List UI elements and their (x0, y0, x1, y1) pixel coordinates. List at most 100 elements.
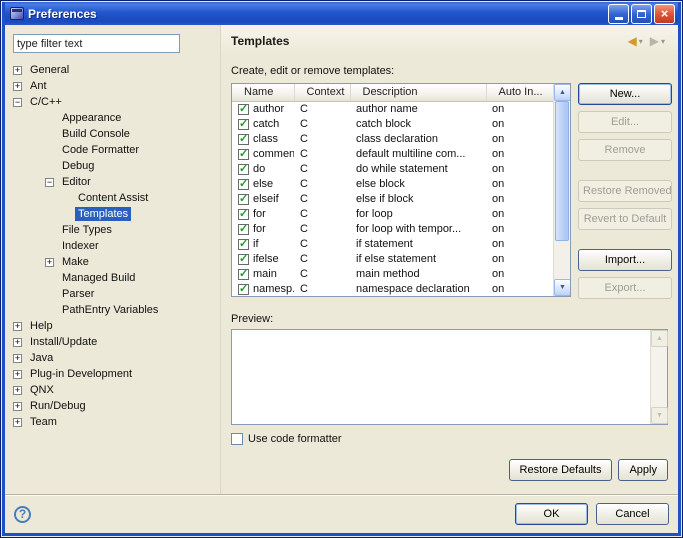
import-button[interactable]: Import... (578, 249, 672, 271)
expand-icon[interactable]: + (45, 258, 54, 267)
template-name: namesp... (253, 283, 294, 295)
tree-item-install-update[interactable]: +Install/Update (13, 334, 212, 350)
maximize-button[interactable] (631, 4, 652, 24)
template-checkbox[interactable]: ✓ (238, 194, 249, 205)
tree-item-label: Make (59, 255, 92, 269)
close-icon: × (661, 6, 669, 21)
tree-item-build-console[interactable]: Build Console (13, 126, 212, 142)
tree-item-ant[interactable]: +Ant (13, 78, 212, 94)
template-checkbox[interactable]: ✓ (238, 254, 249, 265)
expand-icon[interactable]: + (13, 418, 22, 427)
tree-item-editor[interactable]: −Editor (13, 174, 212, 190)
template-row[interactable]: ✓authorCauthor nameon (232, 101, 553, 117)
minimize-button[interactable] (608, 4, 629, 24)
template-context: C (294, 252, 350, 267)
apply-button[interactable]: Apply (618, 459, 668, 481)
tree-item-content-assist[interactable]: Content Assist (13, 190, 212, 206)
scroll-up-icon[interactable]: ▲ (554, 84, 571, 101)
template-row[interactable]: ✓elseCelse blockon (232, 177, 553, 192)
template-name: comment (253, 148, 294, 160)
column-header-name[interactable]: Name (232, 84, 294, 101)
expand-icon[interactable]: + (13, 386, 22, 395)
close-button[interactable]: × (654, 4, 675, 24)
scrollbar-thumb[interactable] (555, 101, 569, 241)
tree-item-general[interactable]: +General (13, 62, 212, 78)
template-name: author (253, 103, 284, 115)
template-checkbox[interactable]: ✓ (238, 284, 249, 295)
expand-icon[interactable]: + (13, 370, 22, 379)
tree-item-pathentry-variables[interactable]: PathEntry Variables (13, 302, 212, 318)
template-checkbox[interactable]: ✓ (238, 209, 249, 220)
template-row[interactable]: ✓catchCcatch blockon (232, 117, 553, 132)
new-button[interactable]: New... (578, 83, 672, 105)
template-row[interactable]: ✓classCclass declarationon (232, 132, 553, 147)
scroll-down-icon[interactable]: ▼ (554, 279, 571, 296)
tree-item-c-c[interactable]: −C/C++ (13, 94, 212, 110)
template-checkbox[interactable]: ✓ (238, 164, 249, 175)
tree-item-label: Appearance (59, 111, 124, 125)
tree-item-qnx[interactable]: +QNX (13, 382, 212, 398)
template-row[interactable]: ✓doCdo while statementon (232, 162, 553, 177)
check-icon: ✓ (239, 102, 248, 115)
template-row[interactable]: ✓ifCif statementon (232, 237, 553, 252)
template-row[interactable]: ✓commentCdefault multiline com...on (232, 147, 553, 162)
tree-item-team[interactable]: +Team (13, 414, 212, 430)
tree-item-make[interactable]: + Make (13, 254, 212, 270)
revert-to-default-button: Revert to Default (578, 208, 672, 230)
tree-item-indexer[interactable]: Indexer (13, 238, 212, 254)
template-row[interactable]: ✓forCfor loopon (232, 207, 553, 222)
template-auto-insert: on (486, 101, 553, 117)
template-row[interactable]: ✓mainCmain methodon (232, 267, 553, 282)
back-arrow-icon[interactable]: ◀ (628, 34, 637, 48)
tree-item-parser[interactable]: Parser (13, 286, 212, 302)
filter-input[interactable] (13, 34, 180, 53)
template-row[interactable]: ✓elseifCelse if blockon (232, 192, 553, 207)
tree-item-debug[interactable]: Debug (13, 158, 212, 174)
collapse-icon[interactable]: − (13, 98, 22, 107)
template-context: C (294, 267, 350, 282)
template-context: C (294, 147, 350, 162)
column-header-context[interactable]: Context (294, 84, 350, 101)
template-checkbox[interactable]: ✓ (238, 239, 249, 250)
tree-item-managed-build[interactable]: Managed Build (13, 270, 212, 286)
tree-item-file-types[interactable]: File Types (13, 222, 212, 238)
template-row[interactable]: ✓namesp...Cnamespace declarationon (232, 282, 553, 297)
template-checkbox[interactable]: ✓ (238, 224, 249, 235)
tree-item-templates[interactable]: Templates (13, 206, 212, 222)
expand-icon[interactable]: + (13, 402, 22, 411)
help-icon[interactable]: ? (14, 506, 31, 523)
expand-icon[interactable]: + (13, 338, 22, 347)
collapse-icon[interactable]: − (45, 178, 54, 187)
template-checkbox[interactable]: ✓ (238, 269, 249, 280)
template-checkbox[interactable]: ✓ (238, 104, 249, 115)
column-header-auto-insert[interactable]: Auto In... (486, 84, 553, 101)
tree-item-label: PathEntry Variables (59, 303, 161, 317)
expand-icon[interactable]: + (13, 322, 22, 331)
titlebar[interactable]: Preferences × (5, 2, 678, 25)
template-checkbox[interactable]: ✓ (238, 134, 249, 145)
template-checkbox[interactable]: ✓ (238, 119, 249, 130)
preview-area[interactable]: ▲ ▼ (231, 329, 668, 425)
tree-item-label: Code Formatter (59, 143, 142, 157)
tree-item-plug-in-development[interactable]: +Plug-in Development (13, 366, 212, 382)
tree-item-code-formatter[interactable]: Code Formatter (13, 142, 212, 158)
column-header-description[interactable]: Description (350, 84, 486, 101)
template-row[interactable]: ✓forCfor loop with tempor...on (232, 222, 553, 237)
expand-icon[interactable]: + (13, 82, 22, 91)
ok-button[interactable]: OK (515, 503, 588, 525)
back-dropdown-icon[interactable]: ▾ (639, 37, 643, 46)
use-code-formatter-checkbox[interactable] (231, 433, 243, 445)
expand-icon[interactable]: + (13, 66, 22, 75)
template-context: C (294, 192, 350, 207)
cancel-button[interactable]: Cancel (596, 503, 669, 525)
tree-item-appearance[interactable]: Appearance (13, 110, 212, 126)
table-scrollbar[interactable]: ▲ ▼ (553, 84, 570, 296)
tree-item-run-debug[interactable]: +Run/Debug (13, 398, 212, 414)
template-checkbox[interactable]: ✓ (238, 179, 249, 190)
expand-icon[interactable]: + (13, 354, 22, 363)
template-checkbox[interactable]: ✓ (238, 149, 249, 160)
restore-defaults-button[interactable]: Restore Defaults (509, 459, 613, 481)
template-row[interactable]: ✓ifelseCif else statementon (232, 252, 553, 267)
tree-item-help[interactable]: +Help (13, 318, 212, 334)
tree-item-java[interactable]: +Java (13, 350, 212, 366)
